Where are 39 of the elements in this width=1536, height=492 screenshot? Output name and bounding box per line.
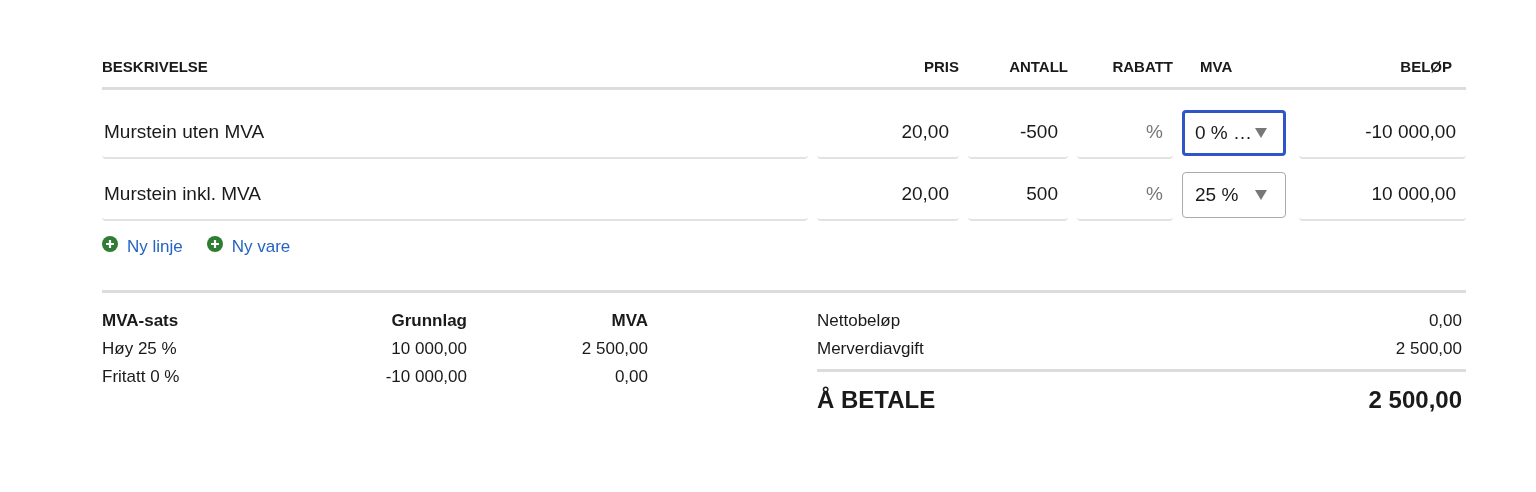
column-header: RABATT: [1111, 58, 1173, 75]
total-value: 0,00: [1428, 311, 1462, 331]
price-field[interactable]: 20,00: [817, 169, 959, 221]
vat-cell-text: 0,00: [613, 367, 648, 387]
amount-field[interactable]: 10 000,00: [1299, 169, 1466, 221]
quantity-field[interactable]: 500: [968, 169, 1068, 221]
add-link[interactable]: Ny vare: [206, 237, 291, 257]
vat-select[interactable]: 0 % …: [1182, 110, 1286, 156]
vat-cell-text: Fritatt 0 %: [102, 367, 181, 387]
description-field[interactable]: Murstein inkl. MVA: [102, 169, 808, 221]
caret-icon: [1255, 190, 1267, 200]
discount-field[interactable]: %: [1077, 107, 1173, 159]
vat-cell-text: 2 500,00: [580, 339, 648, 359]
grand-total-value: 2 500,00: [1368, 386, 1462, 414]
total-label: Nettobeløp: [817, 311, 901, 331]
vat-select[interactable]: 25 %: [1182, 172, 1286, 218]
vat-header: Grunnlag: [390, 311, 467, 331]
vat-cell-text: -10 000,00: [384, 367, 467, 387]
column-header: PRIS: [923, 58, 959, 75]
column-header: BESKRIVELSE: [102, 58, 209, 75]
total-value: 2 500,00: [1395, 339, 1462, 359]
vat-cell-text: 10 000,00: [390, 339, 467, 359]
total-label: Merverdiavgift: [817, 339, 924, 359]
vat-header: MVA: [610, 311, 648, 331]
column-header: BELØP: [1399, 58, 1453, 75]
column-header: ANTALL: [1008, 58, 1068, 75]
column-header: MVA: [1199, 58, 1234, 75]
caret-icon: [1255, 128, 1267, 138]
description-field[interactable]: Murstein uten MVA: [102, 107, 808, 159]
price-field[interactable]: 20,00: [817, 107, 959, 159]
vat-cell-text: Høy 25 %: [102, 339, 178, 359]
grand-total-label: Å BETALE: [817, 386, 936, 414]
plus-circle-icon: [206, 236, 223, 252]
plus-circle-icon: [102, 236, 118, 252]
quantity-field[interactable]: -500: [968, 107, 1068, 159]
amount-field[interactable]: -10 000,00: [1299, 107, 1466, 159]
discount-field[interactable]: %: [1077, 169, 1173, 221]
vat-header: MVA-sats: [102, 311, 180, 331]
add-link[interactable]: Ny linje: [102, 237, 183, 257]
